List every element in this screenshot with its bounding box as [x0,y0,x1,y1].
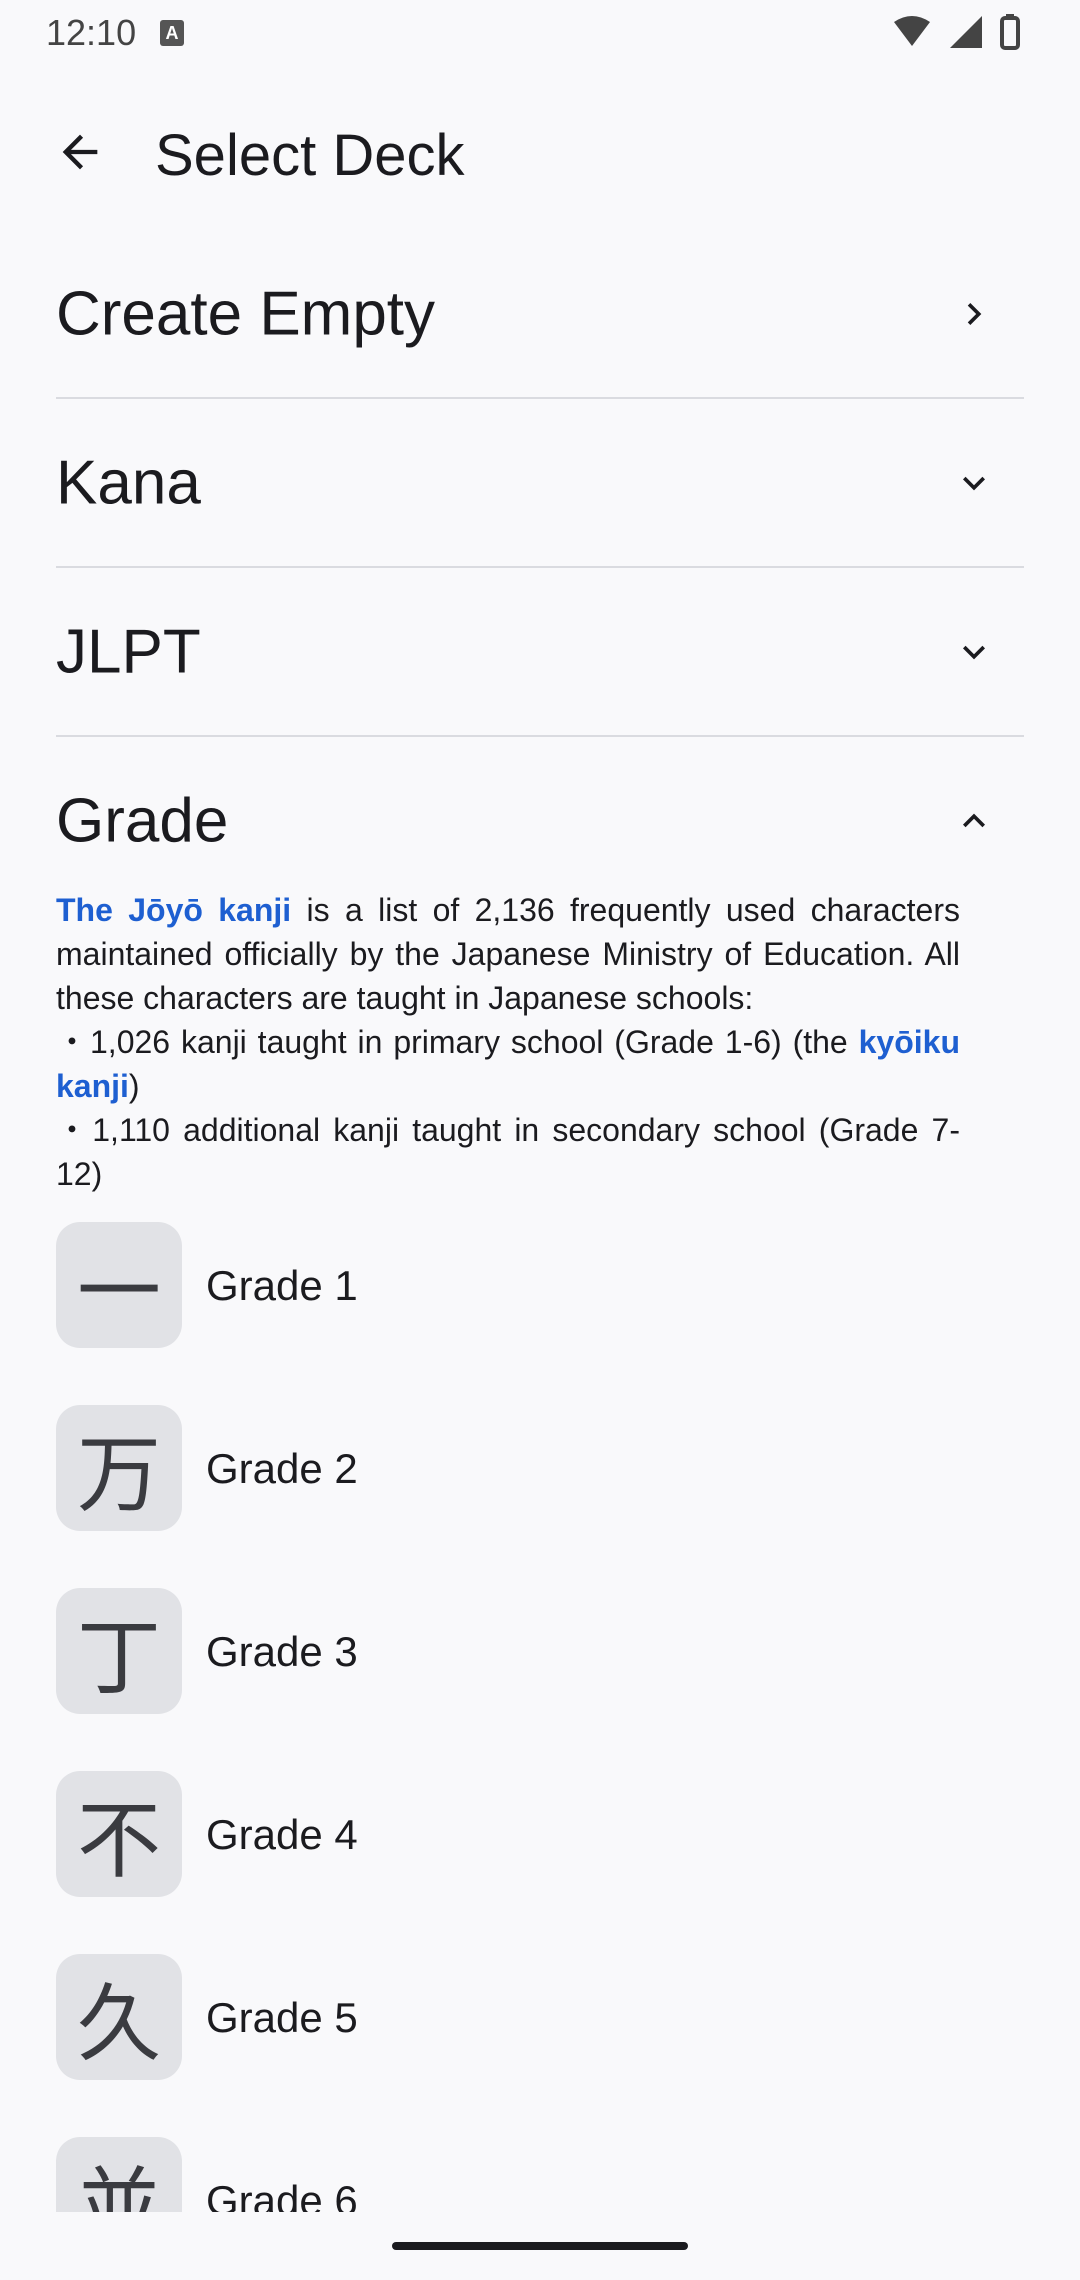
grade-label: Grade 5 [206,1994,358,2041]
section-label: JLPT [56,617,201,687]
section-label: Grade [56,786,229,856]
battery-icon [1000,16,1020,50]
kanji-tile: 丁 [56,1588,182,1714]
joyo-kanji-link[interactable]: The Jōyō kanji [56,892,291,928]
grade-item-6[interactable]: 並 Grade 6 [56,2137,1024,2212]
bullet-secondary: ・1,110 additional kanji taught in second… [56,1112,960,1192]
signal-icon [950,16,982,48]
grade-label: Grade 3 [206,1628,358,1675]
grade-list: 一 Grade 1 万 Grade 2 丁 Grade 3 不 Grade 4 … [56,1222,1024,2212]
chevron-down-icon [963,645,985,660]
kanji-tile: 一 [56,1222,182,1348]
kanji-tile: 万 [56,1405,182,1531]
kanji-tile: 不 [56,1771,182,1897]
grade-item-3[interactable]: 丁 Grade 3 [56,1588,1024,1714]
grade-item-2[interactable]: 万 Grade 2 [56,1405,1024,1531]
section-grade[interactable]: Grade [56,737,1024,905]
grade-label: Grade 6 [206,2177,358,2212]
section-label: Create Empty [56,279,436,349]
grade-item-4[interactable]: 不 Grade 4 [56,1771,1024,1897]
grade-description: The Jōyō kanji is a list of 2,136 freque… [56,888,960,1196]
grade-label: Grade 1 [206,1262,358,1309]
section-jlpt[interactable]: JLPT [56,568,1024,736]
section-kana[interactable]: Kana [56,399,1024,567]
chevron-up-icon [963,813,985,828]
app-bar: Select Deck [0,100,1080,204]
notification-icon: A [160,20,184,46]
kanji-tile: 並 [56,2137,182,2212]
kanji-tile: 久 [56,1954,182,2080]
arrow-back-icon [62,134,98,170]
grade-label: Grade 4 [206,1811,358,1858]
section-create-empty[interactable]: Create Empty [56,230,1024,398]
gesture-nav-bar[interactable] [392,2242,688,2250]
bullet-primary: ・1,026 kanji taught in primary school (G… [56,1024,859,1060]
grade-label: Grade 2 [206,1445,358,1492]
chevron-right-icon [967,303,982,325]
section-label: Kana [56,448,201,518]
page-title: Select Deck [155,123,465,188]
bullet-primary-end: ) [128,1068,140,1104]
status-time: 12:10 [46,12,137,53]
status-icons [894,14,1020,50]
back-button[interactable] [40,112,120,192]
wifi-icon [894,16,930,46]
status-bar: 12:10 A [0,0,1080,64]
grade-item-1[interactable]: 一 Grade 1 [56,1222,1024,1348]
chevron-down-icon [963,476,985,491]
grade-item-5[interactable]: 久 Grade 5 [56,1954,1024,2080]
